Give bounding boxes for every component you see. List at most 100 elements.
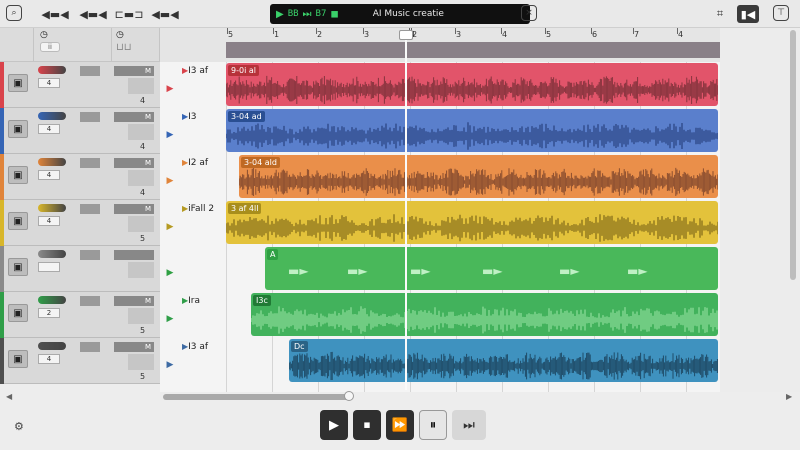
loop-icon[interactable]: ⊏▬⊐ [115,5,144,23]
zoom-icon[interactable]: ⌕ [6,5,22,21]
hdr-col-0 [0,28,34,62]
track-play-arrow-icon[interactable]: ▶ [165,360,175,370]
track-meter [80,296,100,306]
view-icon[interactable]: ▮◀ [737,5,759,23]
mute-solo-button[interactable]: M [114,204,154,214]
track-field[interactable]: 4 [38,170,60,180]
volume-fader[interactable] [128,354,154,370]
instrument-icon[interactable]: ▣ [8,350,28,368]
pan-knob[interactable] [38,296,66,304]
track-field[interactable]: 4 [38,216,60,226]
instrument-icon[interactable]: ▣ [8,258,28,276]
volume-fader[interactable] [128,262,154,278]
clip-tag[interactable]: I3c [253,295,271,306]
track-field[interactable] [38,262,60,272]
volume-fader[interactable] [128,170,154,186]
clip-tag[interactable]: Dc [291,341,308,352]
timeline-ruler[interactable]: 5 1 2 3 4 2 3 4 5 6 7 4 [160,28,720,62]
horizontal-scrollbar[interactable] [163,394,351,400]
vertical-scrollbar[interactable] [790,30,796,280]
playhead-handle[interactable] [399,30,413,40]
mute-solo-button[interactable] [114,250,154,260]
clip-tag[interactable]: 9-0i al [228,65,259,76]
header-chip[interactable]: ii [40,42,60,52]
clip-tag[interactable]: 3-04 ald [241,157,280,168]
waveform-path [239,167,718,196]
volume-fader[interactable] [128,216,154,232]
track-header[interactable]: ▣ 4 M 4 [0,62,160,108]
skip-button[interactable]: ⏭ [452,410,486,440]
track-field[interactable]: 2 [38,308,60,318]
audio-region[interactable]: A ▬► ▬► ▬► ▬► ▬► ▬► [265,247,718,290]
mute-solo-button[interactable]: M [114,158,154,168]
playhead[interactable] [405,30,407,390]
audio-region[interactable]: 9-0i af [226,63,718,106]
pan-knob[interactable] [38,66,66,74]
volume-fader[interactable] [128,124,154,140]
instrument-icon[interactable]: ▣ [8,120,28,138]
waveform [239,167,718,196]
snap-icon[interactable]: ⌗ [712,5,728,23]
track-play-arrow-icon[interactable]: ▶ [165,222,175,232]
clip-tag[interactable]: A [267,249,279,260]
track-field[interactable]: 4 [38,124,60,134]
back-nav-icon-2[interactable]: ◀▬◀ [78,5,108,23]
metronome-icon[interactable]: ⊔⊔ [116,42,132,53]
pan-knob[interactable] [38,342,66,350]
horizontal-scroll-handle[interactable] [344,391,354,401]
stop-button[interactable]: ⏹ [353,410,381,440]
midi-note-arrow: ▬► [347,264,368,278]
ruler-tick: 4 [676,28,684,39]
pause-button[interactable]: ⏸ [419,410,447,440]
waveform [226,122,718,150]
audio-region[interactable]: 3 af 4ll [226,201,718,244]
lcd-segment-2: B7 [315,9,327,19]
track-header[interactable]: ▣ 4 M 4 [0,154,160,200]
lcd-display: ▶ BB ⏭ B7 ◼ AI Music creatie [270,4,530,24]
track-play-arrow-icon[interactable]: ▶ [165,130,175,140]
volume-fader[interactable] [128,78,154,94]
mute-solo-button[interactable]: M [114,296,154,306]
track-header[interactable]: ▣ 4 M 4 [0,108,160,154]
clip-tag[interactable]: 3 af 4ll [228,203,262,214]
instrument-icon[interactable]: ▣ [8,212,28,230]
audio-region[interactable]: 3-04 ad [226,109,718,152]
track-field[interactable]: 4 [38,354,60,364]
audio-region[interactable]: 3-04 ald [239,155,718,198]
close-lcd-icon[interactable]: × [521,5,537,21]
mute-solo-button[interactable]: M [114,66,154,76]
track-header[interactable]: ▣ [0,246,160,292]
track-play-arrow-icon[interactable]: ▶ [165,314,175,324]
mute-solo-button[interactable]: M [114,342,154,352]
pan-knob[interactable] [38,204,66,212]
panel-icon[interactable]: ⊤ [773,5,789,21]
instrument-icon[interactable]: ▣ [8,166,28,184]
scroll-right-icon[interactable]: ▶ [786,392,792,401]
play-button[interactable]: ▶ [320,410,348,440]
mute-solo-button[interactable]: M [114,112,154,122]
track-play-arrow-icon[interactable]: ▶ [165,268,175,278]
waveform [226,214,718,242]
play-indicator-icon: ▶ [276,8,284,20]
audio-region[interactable]: F [289,339,718,382]
pan-knob[interactable] [38,158,66,166]
track-header[interactable]: ▣ 4 M 5 [0,338,160,384]
pan-knob[interactable] [38,250,66,258]
track-play-arrow-icon[interactable]: ▶ [165,84,175,94]
volume-fader[interactable] [128,308,154,324]
fast-forward-button[interactable]: ⏩ [386,410,414,440]
audio-region[interactable]: P [251,293,718,336]
pan-knob[interactable] [38,112,66,120]
track-play-arrow-icon[interactable]: ▶ [165,176,175,186]
back-nav-icon[interactable]: ◀▬◀ [40,5,70,23]
ruler-loop-strip[interactable] [226,42,720,58]
settings-icon[interactable]: ⚙ [14,420,24,433]
track-header[interactable]: ▣ 2 M 5 [0,292,160,338]
track-header[interactable]: ▣ 4 M 5 [0,200,160,246]
instrument-icon[interactable]: ▣ [8,304,28,322]
clip-tag[interactable]: 3-04 ad [228,111,265,122]
rewind-icon[interactable]: ◀▬◀ [150,5,180,23]
scroll-left-icon[interactable]: ◀ [6,392,12,401]
track-field[interactable]: 4 [38,78,60,88]
instrument-icon[interactable]: ▣ [8,74,28,92]
